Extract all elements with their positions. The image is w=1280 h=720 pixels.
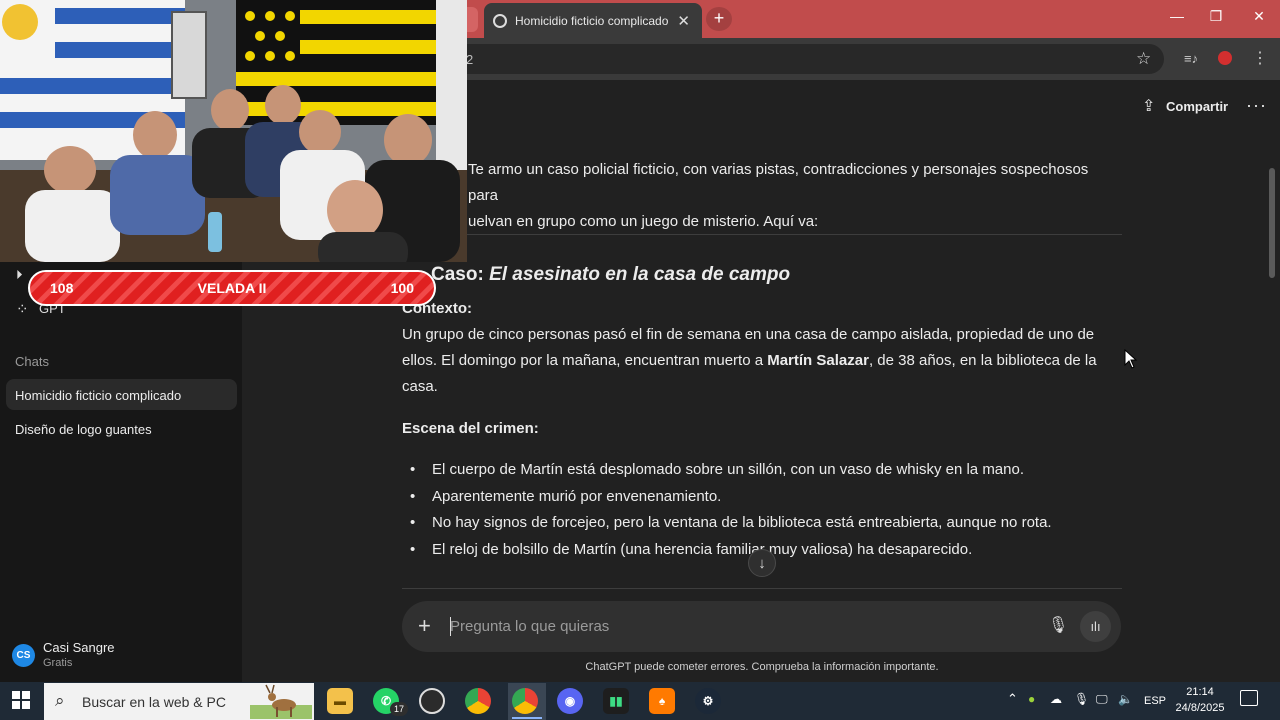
user-name[interactable]: Casi Sangre: [43, 640, 115, 655]
case-title: Caso: El asesinato en la casa de campo: [431, 264, 790, 286]
scrollbar[interactable]: [1269, 168, 1275, 278]
list-item: El cuerpo de Martín está desplomado sobr…: [410, 457, 1110, 484]
webcam-overlay: [0, 0, 467, 262]
address-bar[interactable]: [440, 44, 1164, 74]
window-minimize-button[interactable]: —: [1165, 8, 1189, 24]
scoreboard: 108 VELADA II 100: [28, 270, 436, 306]
browser-menu-icon[interactable]: ⋮: [1252, 48, 1268, 68]
tab-close-icon[interactable]: ✕: [677, 12, 690, 30]
case-title-name: El asesinato en la casa de campo: [489, 264, 791, 285]
intro-line: Te armo un caso policial ficticio, con v…: [468, 161, 1089, 204]
prompt-input[interactable]: [450, 612, 1020, 640]
tray-app-icon[interactable]: ●: [1028, 692, 1035, 706]
clock-time[interactable]: 21:14: [1172, 686, 1228, 698]
notification-center-icon[interactable]: [1240, 690, 1258, 706]
scene-bullet-list: El cuerpo de Martín está desplomado sobr…: [410, 457, 1110, 563]
media-controls-icon[interactable]: ≡♪: [1184, 51, 1198, 66]
disclaimer: ChatGPT puede cometer errores. Comprueba…: [585, 661, 939, 673]
network-icon[interactable]: 🖵: [1096, 692, 1108, 707]
sidebar-chat-item-label[interactable]: Diseño de logo guantes: [15, 422, 152, 437]
more-options-icon[interactable]: ···: [1246, 95, 1267, 116]
gpts-grid-icon[interactable]: ⁘: [16, 300, 29, 318]
tray-cloud-icon[interactable]: ☁: [1050, 692, 1062, 706]
victim-name: Martín Salazar: [767, 352, 869, 369]
fl-studio-icon[interactable]: ♠: [649, 688, 675, 714]
sidebar-chat-item-label[interactable]: Homicidio ficticio complicado: [15, 388, 181, 403]
obs-icon[interactable]: [419, 688, 445, 714]
case-title-prefix: Caso:: [431, 264, 490, 285]
steam-icon[interactable]: ⚙: [695, 688, 721, 714]
context-paragraph: Un grupo de cinco personas pasó el fin d…: [402, 322, 1102, 400]
share-icon[interactable]: ⇪: [1142, 96, 1155, 116]
scene-heading: Escena del crimen:: [402, 420, 539, 437]
volume-icon[interactable]: 🔈: [1118, 692, 1133, 706]
chatgpt-favicon-icon: [493, 13, 507, 28]
file-explorer-icon[interactable]: ▬: [327, 688, 353, 714]
scroll-to-bottom-icon[interactable]: ↓: [748, 549, 776, 577]
browser-tab-active[interactable]: Homicidio ficticio complicado ✕: [484, 3, 702, 38]
stats-app-icon[interactable]: ▮▮: [603, 688, 629, 714]
list-item: No hay signos de forcejeo, pero la venta…: [410, 510, 1110, 537]
search-icon: ⌕: [55, 691, 65, 710]
window-close-button[interactable]: ✕: [1247, 8, 1271, 25]
sidebar-chats-heading: Chats: [15, 354, 49, 369]
discord-icon[interactable]: ◉: [557, 688, 583, 714]
scoreboard-left-score: 108: [50, 280, 74, 296]
assistant-intro: Te armo un caso policial ficticio, con v…: [468, 157, 1118, 235]
avatar[interactable]: CS: [12, 644, 35, 667]
address-bar-text: 2: [466, 52, 474, 67]
tray-microphone-icon[interactable]: 🎙: [1074, 692, 1089, 706]
search-highlight-deer-icon: [250, 684, 312, 719]
attach-plus-icon[interactable]: +: [418, 613, 431, 639]
extension-icon[interactable]: [1218, 51, 1232, 65]
list-item: Aparentemente murió por envenenamiento.: [410, 484, 1110, 511]
chrome-icon[interactable]: [465, 688, 491, 714]
chrome-profile-icon[interactable]: [512, 688, 538, 714]
whatsapp-badge: 17: [390, 702, 408, 716]
tray-overflow-icon[interactable]: ⌃: [1007, 691, 1018, 707]
taskbar-active-indicator: [512, 717, 542, 719]
divider: [402, 588, 1122, 589]
webcam-scene: [0, 0, 467, 262]
share-button[interactable]: Compartir: [1166, 99, 1228, 114]
microphone-icon[interactable]: 🎙: [1048, 615, 1068, 635]
bookmark-star-icon[interactable]: ☆: [1136, 49, 1151, 69]
mouse-cursor-icon: [1124, 349, 1138, 369]
new-tab-button[interactable]: +: [706, 7, 732, 31]
scoreboard-title: VELADA II: [198, 280, 267, 296]
language-indicator[interactable]: ESP: [1144, 695, 1166, 707]
intro-line: uelvan en grupo como un juego de misteri…: [468, 213, 819, 230]
play-icon[interactable]: ⏵: [16, 267, 23, 283]
text-caret: [450, 617, 451, 636]
divider: [402, 234, 1122, 235]
window-maximize-button[interactable]: ❐: [1204, 8, 1228, 25]
taskbar-search-label[interactable]: Buscar en la web & PC: [82, 694, 226, 710]
scoreboard-right-score: 100: [391, 280, 415, 296]
user-plan: Gratis: [43, 657, 73, 669]
windows-start-icon[interactable]: [12, 691, 30, 709]
clock-date[interactable]: 24/8/2025: [1172, 702, 1228, 714]
browser-tab-title: Homicidio ficticio complicado: [515, 13, 669, 28]
voice-mode-icon[interactable]: ılı: [1080, 611, 1111, 642]
